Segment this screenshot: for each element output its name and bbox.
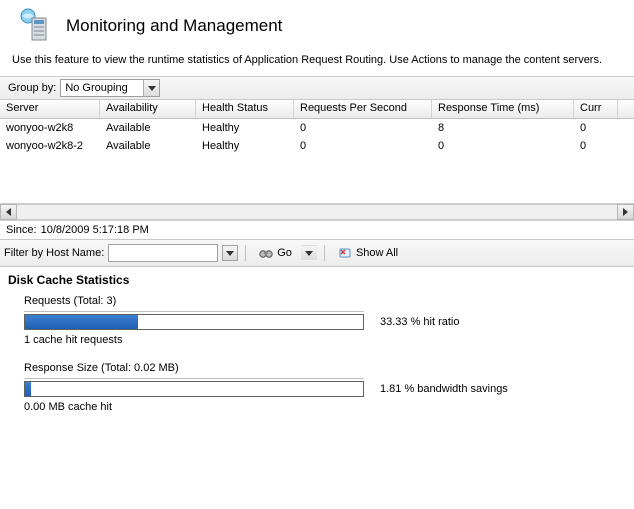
chevron-down-icon [226,251,234,256]
table-row[interactable]: wonyoo-w2k8 Available Healthy 0 8 0 [0,119,634,137]
filter-toolbar: Filter by Host Name: Go Show All [0,240,634,267]
col-health[interactable]: Health Status [196,100,294,118]
requests-bar [24,314,364,330]
cell-rt: 0 [432,140,574,152]
response-label: Response Size (Total: 0.02 MB) [24,362,610,374]
since-bar: Since: 10/8/2009 5:17:18 PM [0,221,634,240]
separator [324,245,325,261]
cell-server: wonyoo-w2k8-2 [0,140,100,152]
col-server[interactable]: Server [0,100,100,118]
separator [245,245,246,261]
response-bar [24,381,364,397]
page-title: Monitoring and Management [66,16,282,36]
show-all-label: Show All [356,247,398,259]
cell-health: Healthy [196,122,294,134]
feature-icon [18,8,54,44]
servers-grid: Server Availability Health Status Reques… [0,100,634,221]
response-bar-fill [25,382,31,396]
groupby-value: No Grouping [61,82,143,94]
page-description: Use this feature to view the runtime sta… [0,54,634,76]
response-stat: Response Size (Total: 0.02 MB) 1.81 % ba… [0,362,634,429]
table-row[interactable]: wonyoo-w2k8-2 Available Healthy 0 0 0 [0,137,634,155]
groupby-toolbar: Group by: No Grouping [0,76,634,100]
since-label: Since: [6,224,37,236]
response-ratio-text: 1.81 % bandwidth savings [380,383,508,395]
groupby-dropdown-button[interactable] [143,80,159,96]
col-availability[interactable]: Availability [100,100,196,118]
chevron-down-icon [148,86,156,91]
cell-availability: Available [100,140,196,152]
requests-label: Requests (Total: 3) [24,295,610,307]
grid-header: Server Availability Health Status Reques… [0,100,634,119]
filter-dropdown-button[interactable] [222,245,238,261]
requests-ratio-text: 33.33 % hit ratio [380,316,460,328]
go-label: Go [277,247,292,259]
show-all-button[interactable]: Show All [332,243,403,263]
stats-section-title: Disk Cache Statistics [0,267,634,295]
groupby-label: Group by: [4,82,56,94]
cell-cur: 0 [574,122,618,134]
page-header: Monitoring and Management [0,0,634,54]
col-curr[interactable]: Curr [574,100,618,118]
go-split-button[interactable] [301,245,317,261]
chevron-right-icon [623,208,628,216]
response-sub: 0.00 MB cache hit [24,401,610,413]
col-rps[interactable]: Requests Per Second [294,100,432,118]
cell-rps: 0 [294,140,432,152]
cell-server: wonyoo-w2k8 [0,122,100,134]
chevron-left-icon [6,208,11,216]
binoculars-icon [258,245,274,261]
cell-rt: 8 [432,122,574,134]
cell-health: Healthy [196,140,294,152]
chevron-down-icon [305,251,313,256]
scroll-right-button[interactable] [617,204,634,220]
since-value: 10/8/2009 5:17:18 PM [41,224,149,236]
cell-rps: 0 [294,122,432,134]
grid-horizontal-scrollbar[interactable] [0,203,634,220]
col-rt[interactable]: Response Time (ms) [432,100,574,118]
divider [24,311,364,312]
groupby-combo[interactable]: No Grouping [60,79,160,97]
requests-stat: Requests (Total: 3) 33.33 % hit ratio 1 … [0,295,634,362]
scroll-left-button[interactable] [0,204,17,220]
divider [24,378,364,379]
cell-cur: 0 [574,140,618,152]
filter-hostname-input[interactable] [108,244,218,262]
clear-filter-icon [337,245,353,261]
filter-label: Filter by Host Name: [4,247,104,259]
scroll-track[interactable] [17,204,617,220]
go-button[interactable]: Go [253,243,297,263]
requests-sub: 1 cache hit requests [24,334,610,346]
requests-bar-fill [25,315,138,329]
cell-availability: Available [100,122,196,134]
grid-body[interactable]: wonyoo-w2k8 Available Healthy 0 8 0 wony… [0,119,634,203]
